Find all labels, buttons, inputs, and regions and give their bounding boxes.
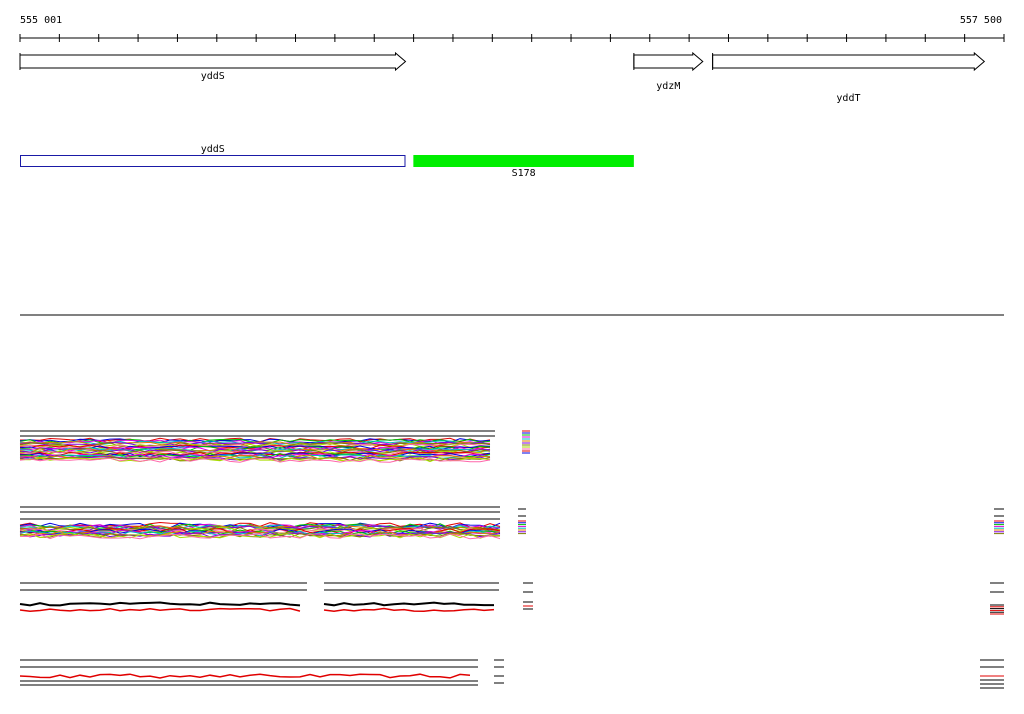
gene-label: yddT [836,93,860,104]
ruler-start-label: 555 001 [20,15,62,26]
gene-label: yddS [201,71,225,82]
region-track: yddS S178 [20,144,634,179]
expression-trace [19,607,301,612]
gene-track: yddS ydzM yddT [19,51,986,104]
gene-label: ydzM [656,81,680,92]
region-box[interactable] [20,155,406,167]
region-label: yddS [201,144,225,155]
region-label: S178 [512,168,536,179]
expression-trace [19,601,301,607]
genome-browser: 555 001 557 500 yddS ydzM yddT yddS S178 [19,15,1005,689]
expression-trace [323,607,495,612]
gene-arrow[interactable] [712,51,986,72]
region-box[interactable] [413,155,634,167]
expression-trace [323,601,494,607]
expression-trace [19,673,471,679]
expression-tracks [19,430,1004,689]
gene-arrow[interactable] [633,51,704,72]
ruler-end-label: 557 500 [960,15,1002,26]
coordinate-ruler: 555 001 557 500 [19,15,1005,42]
gene-arrow[interactable] [19,51,407,72]
